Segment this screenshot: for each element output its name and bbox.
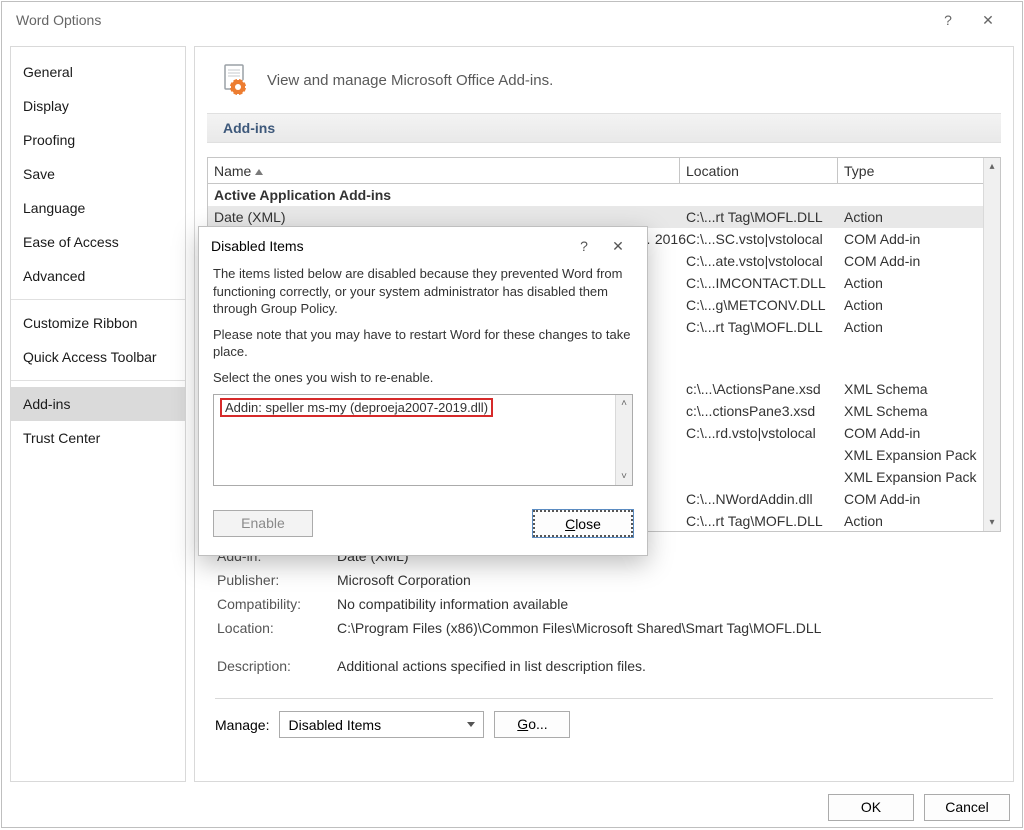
detail-publisher-label: Publisher: xyxy=(217,572,337,588)
window-title: Word Options xyxy=(16,2,928,38)
dialog-help-icon[interactable]: ? xyxy=(567,238,601,254)
go-button[interactable]: Go... xyxy=(494,711,570,738)
sidebar-separator xyxy=(11,299,185,300)
disabled-items-listbox[interactable]: Addin: speller ms-my (deproeja2007-2019.… xyxy=(213,394,633,486)
manage-row: Manage: Disabled Items Go... xyxy=(195,711,1013,746)
sidebar-item-quick-access-toolbar[interactable]: Quick Access Toolbar xyxy=(11,340,185,374)
sidebar: General Display Proofing Save Language E… xyxy=(10,46,186,782)
dialog-text-3: Select the ones you wish to re-enable. xyxy=(213,369,633,387)
detail-compat-value: No compatibility information available xyxy=(337,596,991,612)
sidebar-item-save[interactable]: Save xyxy=(11,157,185,191)
scroll-up-icon[interactable]: ▴ xyxy=(984,158,1000,175)
manage-label: Manage: xyxy=(215,717,269,733)
word-options-window: Word Options ? ✕ General Display Proofin… xyxy=(1,1,1023,828)
disabled-item-row[interactable]: Addin: speller ms-my (deproeja2007-2019.… xyxy=(220,398,493,417)
column-name[interactable]: Name xyxy=(208,158,680,183)
dialog-close-icon[interactable]: ✕ xyxy=(601,238,635,255)
sort-asc-icon xyxy=(255,169,263,175)
table-scrollbar[interactable]: ▴ ▾ xyxy=(983,158,1000,531)
sidebar-item-advanced[interactable]: Advanced xyxy=(11,259,185,293)
sidebar-item-customize-ribbon[interactable]: Customize Ribbon xyxy=(11,306,185,340)
page-heading: View and manage Microsoft Office Add-ins… xyxy=(267,72,553,89)
addin-details: Add-in:Date (XML) Publisher:Microsoft Co… xyxy=(207,544,1001,678)
disabled-items-dialog: Disabled Items ? ✕ The items listed belo… xyxy=(198,226,648,556)
sidebar-item-ease-of-access[interactable]: Ease of Access xyxy=(11,225,185,259)
detail-publisher-value: Microsoft Corporation xyxy=(337,572,991,588)
scroll-up-icon[interactable]: ˄ xyxy=(616,395,632,412)
detail-location-value: C:\Program Files (x86)\Common Files\Micr… xyxy=(337,620,991,636)
divider xyxy=(215,698,993,699)
close-button[interactable]: Close xyxy=(533,510,633,537)
detail-description-value: Additional actions specified in list des… xyxy=(337,658,991,674)
sidebar-item-general[interactable]: General xyxy=(11,55,185,89)
detail-description-label: Description: xyxy=(217,658,337,674)
column-type[interactable]: Type xyxy=(838,158,1000,183)
sidebar-item-trust-center[interactable]: Trust Center xyxy=(11,421,185,455)
sidebar-item-add-ins[interactable]: Add-ins xyxy=(11,387,185,421)
table-header: Name Location Type xyxy=(208,158,1000,184)
column-location[interactable]: Location xyxy=(680,158,838,183)
sidebar-item-proofing[interactable]: Proofing xyxy=(11,123,185,157)
manage-select-value: Disabled Items xyxy=(288,717,381,733)
scroll-down-icon[interactable]: ˅ xyxy=(616,468,632,485)
group-active: Active Application Add-ins xyxy=(208,184,1000,206)
listbox-scrollbar[interactable]: ˄ ˅ xyxy=(615,395,632,485)
addins-page-icon xyxy=(219,63,251,97)
titlebar: Word Options ? ✕ xyxy=(2,2,1022,38)
help-icon[interactable]: ? xyxy=(928,2,968,38)
enable-button[interactable]: Enable xyxy=(213,510,313,537)
sidebar-separator xyxy=(11,380,185,381)
detail-compat-label: Compatibility: xyxy=(217,596,337,612)
detail-location-label: Location: xyxy=(217,620,337,636)
cancel-button[interactable]: Cancel xyxy=(924,794,1010,821)
sidebar-item-language[interactable]: Language xyxy=(11,191,185,225)
scroll-down-icon[interactable]: ▾ xyxy=(984,514,1000,531)
dialog-text-2: Please note that you may have to restart… xyxy=(213,326,633,361)
ok-button[interactable]: OK xyxy=(828,794,914,821)
close-icon[interactable]: ✕ xyxy=(968,2,1008,38)
footer-buttons: OK Cancel xyxy=(828,794,1010,821)
section-addins-label: Add-ins xyxy=(207,113,1001,143)
table-row[interactable]: Date (XML)C:\...rt Tag\MOFL.DLLAction xyxy=(208,206,1000,228)
dialog-text-1: The items listed below are disabled beca… xyxy=(213,265,633,318)
dialog-title: Disabled Items xyxy=(211,238,567,254)
manage-select[interactable]: Disabled Items xyxy=(279,711,484,738)
chevron-down-icon xyxy=(467,722,475,727)
sidebar-item-display[interactable]: Display xyxy=(11,89,185,123)
